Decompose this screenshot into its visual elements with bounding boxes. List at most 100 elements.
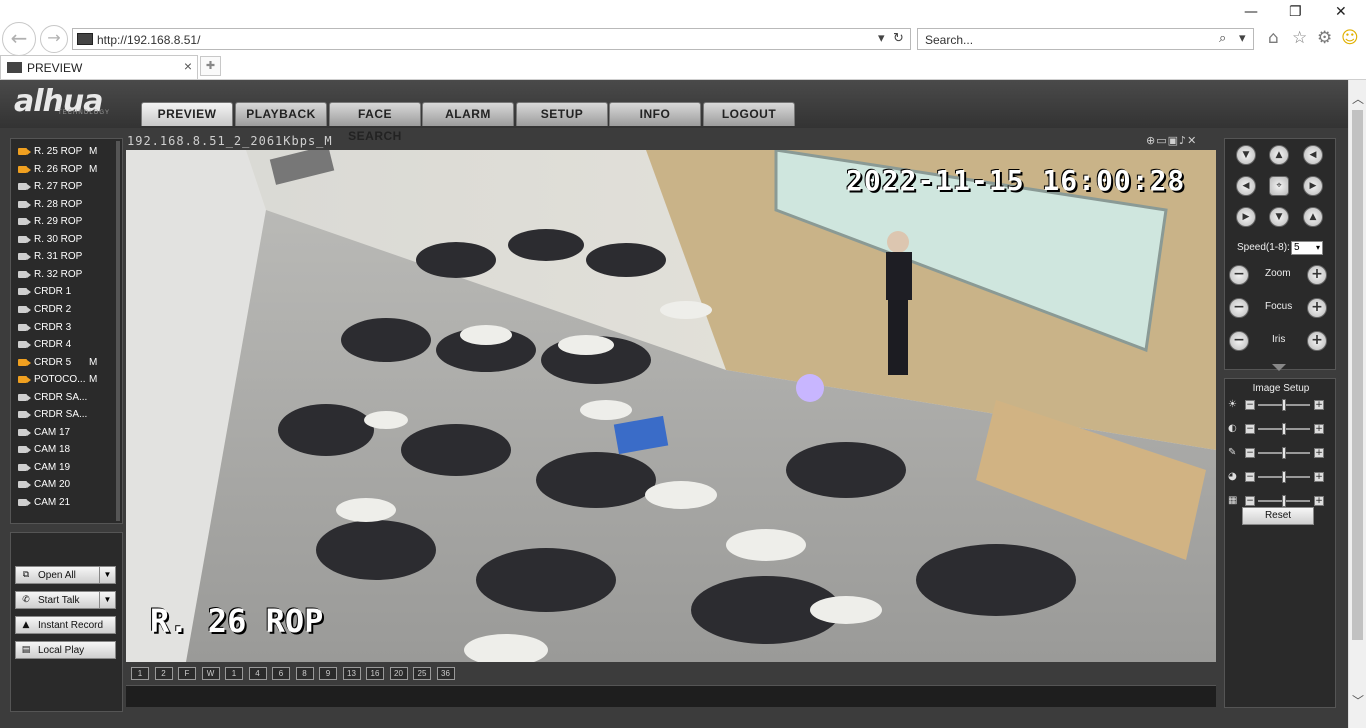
record-icon[interactable]: ▣ [1168,134,1179,147]
ptz-down-left-button[interactable]: ▶ [1236,207,1256,227]
increase-button[interactable]: + [1314,424,1324,434]
channel-item[interactable]: R. 26 ROP M [18,162,118,179]
channel-item[interactable]: R. 28 ROP [18,197,118,214]
reset-button[interactable]: Reset [1242,507,1314,525]
favorites-star-icon[interactable]: ☆ [1292,28,1307,48]
search-box[interactable]: Search... ⌕ ▾ [917,28,1254,50]
channel-item[interactable]: R. 27 ROP [18,179,118,196]
channel-item[interactable]: R. 25 ROP M [18,144,118,161]
scroll-down-icon[interactable]: ﹀ [1352,692,1364,709]
address-bar[interactable]: http://192.168.8.51/ ▾ ↻ [72,28,911,50]
split-layout-button[interactable]: 20 [389,667,408,680]
channel-item[interactable]: CRDR 2 [18,302,118,319]
start-talk-button[interactable]: ✆ Start Talk [15,591,100,609]
channel-list-scrollbar[interactable] [116,141,120,521]
search-input[interactable]: Search... [925,33,973,47]
audio-icon[interactable]: ♪ [1179,134,1187,147]
channel-item[interactable]: POTOCO... M [18,372,118,389]
browser-tab[interactable]: PREVIEW × [0,55,198,79]
channel-item[interactable]: CAM 19 [18,460,118,477]
split-layout-button[interactable]: 8 [295,667,314,680]
address-dropdown-icon[interactable]: ▾ [878,31,885,46]
split-layout-button[interactable]: F [178,667,196,680]
tab-logout[interactable]: LOGOUT [703,102,795,126]
channel-item[interactable]: CAM 17 [18,425,118,442]
split-layout-button[interactable]: 16 [366,667,384,680]
channel-item[interactable]: CRDR 3 [18,320,118,337]
start-talk-dropdown[interactable]: ▼ [99,591,116,609]
zoom-out-button[interactable]: − [1229,265,1249,285]
channel-item[interactable]: CRDR 5 M [18,355,118,372]
ptz-auto-button[interactable]: ⌖ [1269,176,1289,196]
open-all-dropdown[interactable]: ▼ [99,566,116,584]
snapshot-icon[interactable]: ▭ [1156,134,1167,147]
live-video[interactable]: 2022-11-15 16:00:28 R. 26 ROP [126,150,1216,662]
scroll-up-icon[interactable]: ︿ [1352,90,1364,107]
increase-button[interactable]: + [1314,448,1324,458]
zoom-icon[interactable]: ⊕ [1146,134,1156,147]
back-button[interactable]: ← [2,22,36,56]
ptz-up-button[interactable]: ▲ [1269,145,1289,165]
page-scrollbar[interactable]: ︿ ﹀ [1348,80,1366,728]
local-play-button[interactable]: ▤ Local Play [15,641,116,659]
slider-knob[interactable] [1282,471,1286,483]
slider-knob[interactable] [1282,399,1286,411]
split-layout-button[interactable]: 1 [225,667,243,680]
decrease-button[interactable]: − [1245,400,1255,410]
decrease-button[interactable]: − [1245,448,1255,458]
increase-button[interactable]: + [1314,496,1324,506]
decrease-button[interactable]: − [1245,496,1255,506]
home-icon[interactable]: ⌂ [1268,28,1279,48]
split-layout-button[interactable]: 25 [413,667,431,680]
scroll-thumb[interactable] [1352,110,1363,640]
ptz-left-button[interactable]: ◀ [1236,176,1256,196]
split-layout-button[interactable]: 4 [248,667,267,680]
channel-item[interactable]: CAM 21 [18,495,118,512]
split-layout-button[interactable]: 9 [319,667,337,680]
channel-item[interactable]: CRDR SA... [18,407,118,424]
slider-knob[interactable] [1282,423,1286,435]
tab-alarm[interactable]: ALARM [422,102,514,126]
close-window-button[interactable]: ✕ [1335,4,1347,20]
zoom-in-button[interactable]: + [1307,265,1327,285]
tab-setup[interactable]: SETUP [516,102,608,126]
channel-item[interactable]: R. 31 ROP [18,249,118,266]
restore-button[interactable]: ❐ [1289,4,1302,20]
split-layout-button[interactable]: W [201,667,220,680]
tab-face-search[interactable]: FACE SEARCH [329,102,421,143]
close-tab-icon[interactable]: × [184,58,192,74]
channel-item[interactable]: CRDR 4 [18,337,118,354]
refresh-icon[interactable]: ↻ [893,31,904,46]
increase-button[interactable]: + [1314,472,1324,482]
instant-record-button[interactable]: ▲ Instant Record [15,616,116,634]
decrease-button[interactable]: − [1245,424,1255,434]
forward-button[interactable]: → [40,25,68,53]
close-video-icon[interactable]: ✕ [1187,134,1197,147]
minimize-button[interactable]: — [1244,4,1258,20]
settings-gear-icon[interactable]: ⚙ [1317,28,1332,48]
split-layout-button[interactable]: 1 [131,667,149,680]
channel-item[interactable]: CAM 18 [18,442,118,459]
decrease-button[interactable]: − [1245,472,1255,482]
channel-item[interactable]: R. 30 ROP [18,232,118,249]
speed-select[interactable]: 5 ▾ [1291,241,1323,255]
collapse-arrow-icon[interactable] [1272,364,1286,371]
split-layout-button[interactable]: 6 [272,667,290,680]
ptz-down-button[interactable]: ▼ [1269,207,1289,227]
slider-knob[interactable] [1282,495,1286,507]
tab-preview[interactable]: PREVIEW [141,102,233,126]
ptz-down-right-button[interactable]: ▲ [1303,207,1323,227]
split-layout-button[interactable]: 2 [154,667,173,680]
increase-button[interactable]: + [1314,400,1324,410]
focus-far-button[interactable]: + [1307,298,1327,318]
channel-item[interactable]: CRDR 1 [18,284,118,301]
channel-item[interactable]: CAM 20 [18,477,118,494]
tab-info[interactable]: INFO [609,102,701,126]
split-layout-button[interactable]: 36 [436,667,455,680]
split-layout-button[interactable]: 13 [342,667,361,680]
tab-playback[interactable]: PLAYBACK [235,102,327,126]
search-icon[interactable]: ⌕ [1219,31,1226,46]
ptz-right-button[interactable]: ▶ [1303,176,1323,196]
focus-near-button[interactable]: − [1229,298,1249,318]
iris-open-button[interactable]: + [1307,331,1327,351]
